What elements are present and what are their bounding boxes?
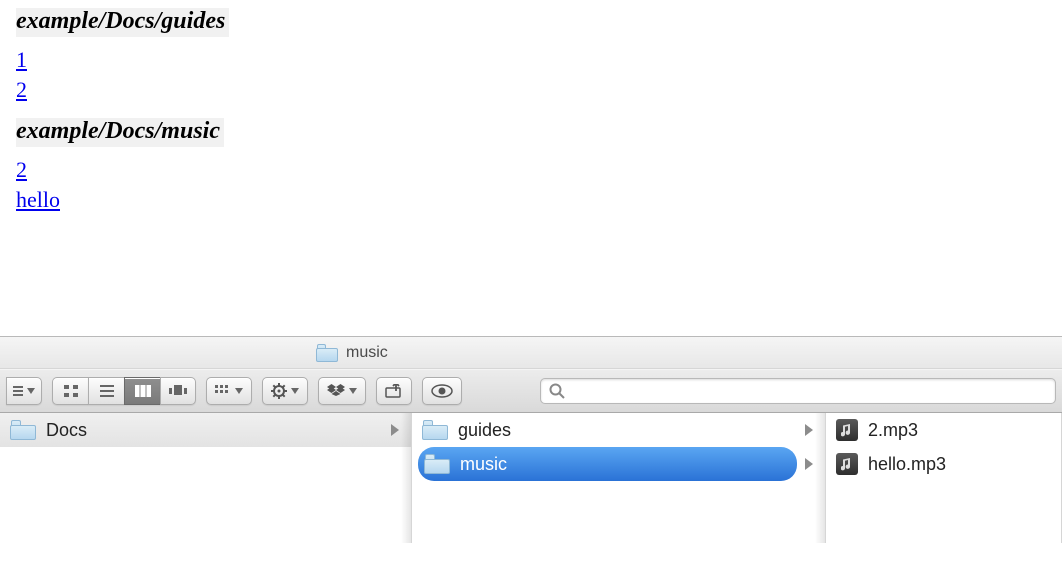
view-mode-group xyxy=(52,377,196,405)
doc-link[interactable]: 1 xyxy=(16,45,1046,75)
menu-icon xyxy=(13,385,23,397)
view-icons-button[interactable] xyxy=(52,377,88,405)
file-label: hello.mp3 xyxy=(868,454,1051,475)
chevron-down-icon xyxy=(349,388,357,394)
coverflow-icon xyxy=(169,385,187,397)
column-browser: Docs guides music xyxy=(0,413,1062,543)
nav-menu-button[interactable] xyxy=(6,377,42,405)
column-1: Docs xyxy=(0,413,412,543)
doc-link[interactable]: 2 xyxy=(16,155,1046,185)
section-heading-guides: example/Docs/guides xyxy=(16,8,229,37)
section-heading-music: example/Docs/music xyxy=(16,118,224,147)
nav-group xyxy=(6,377,42,405)
audio-file-icon xyxy=(836,453,858,475)
search-input[interactable] xyxy=(540,378,1056,404)
chevron-down-icon xyxy=(291,388,299,394)
column-2: guides music xyxy=(412,413,826,543)
search-field[interactable] xyxy=(571,382,1047,400)
finder-window: music xyxy=(0,336,1062,543)
section-links-music: 2 hello xyxy=(16,155,1046,214)
dropbox-button[interactable] xyxy=(318,377,366,405)
chevron-down-icon xyxy=(235,388,243,394)
columns-icon xyxy=(135,385,151,397)
chevron-right-icon xyxy=(391,424,399,436)
grid-icon xyxy=(64,385,78,397)
chevron-down-icon xyxy=(27,388,35,394)
window-title: music xyxy=(346,344,388,362)
view-coverflow-button[interactable] xyxy=(160,377,196,405)
titlebar: music xyxy=(0,337,1062,369)
share-icon xyxy=(385,384,403,398)
action-button[interactable] xyxy=(262,377,308,405)
folder-row-docs[interactable]: Docs xyxy=(0,413,411,447)
gear-icon xyxy=(271,383,287,399)
view-columns-button[interactable] xyxy=(124,377,160,405)
folder-icon xyxy=(422,420,448,440)
share-button[interactable] xyxy=(376,377,412,405)
column-3: 2.mp3 hello.mp3 xyxy=(826,413,1062,543)
list-icon xyxy=(100,385,114,397)
doc-link[interactable]: hello xyxy=(16,185,1046,215)
document-area: example/Docs/guides 1 2 example/Docs/mus… xyxy=(0,0,1062,215)
quicklook-button[interactable] xyxy=(422,377,462,405)
chevron-right-icon xyxy=(805,458,813,470)
doc-link[interactable]: 2 xyxy=(16,75,1046,105)
folder-row-guides[interactable]: guides xyxy=(412,413,825,447)
folder-icon xyxy=(424,454,450,474)
dropbox-icon xyxy=(327,384,345,398)
arrange-button[interactable] xyxy=(206,377,252,405)
audio-file-icon xyxy=(836,419,858,441)
folder-icon xyxy=(10,420,36,440)
fade-divider xyxy=(0,302,1062,338)
file-row[interactable]: hello.mp3 xyxy=(826,447,1061,481)
chevron-right-icon xyxy=(805,424,813,436)
folder-row-music[interactable]: music xyxy=(418,447,797,481)
view-list-button[interactable] xyxy=(88,377,124,405)
toolbar xyxy=(0,369,1062,413)
folder-icon xyxy=(316,344,338,362)
section-links-guides: 1 2 xyxy=(16,45,1046,104)
folder-label: Docs xyxy=(46,420,401,441)
folder-label: music xyxy=(460,454,787,475)
folder-label: guides xyxy=(458,420,815,441)
file-label: 2.mp3 xyxy=(868,420,1051,441)
eye-icon xyxy=(431,384,453,398)
arrange-icon xyxy=(215,385,231,397)
search-icon xyxy=(549,383,565,399)
file-row[interactable]: 2.mp3 xyxy=(826,413,1061,447)
